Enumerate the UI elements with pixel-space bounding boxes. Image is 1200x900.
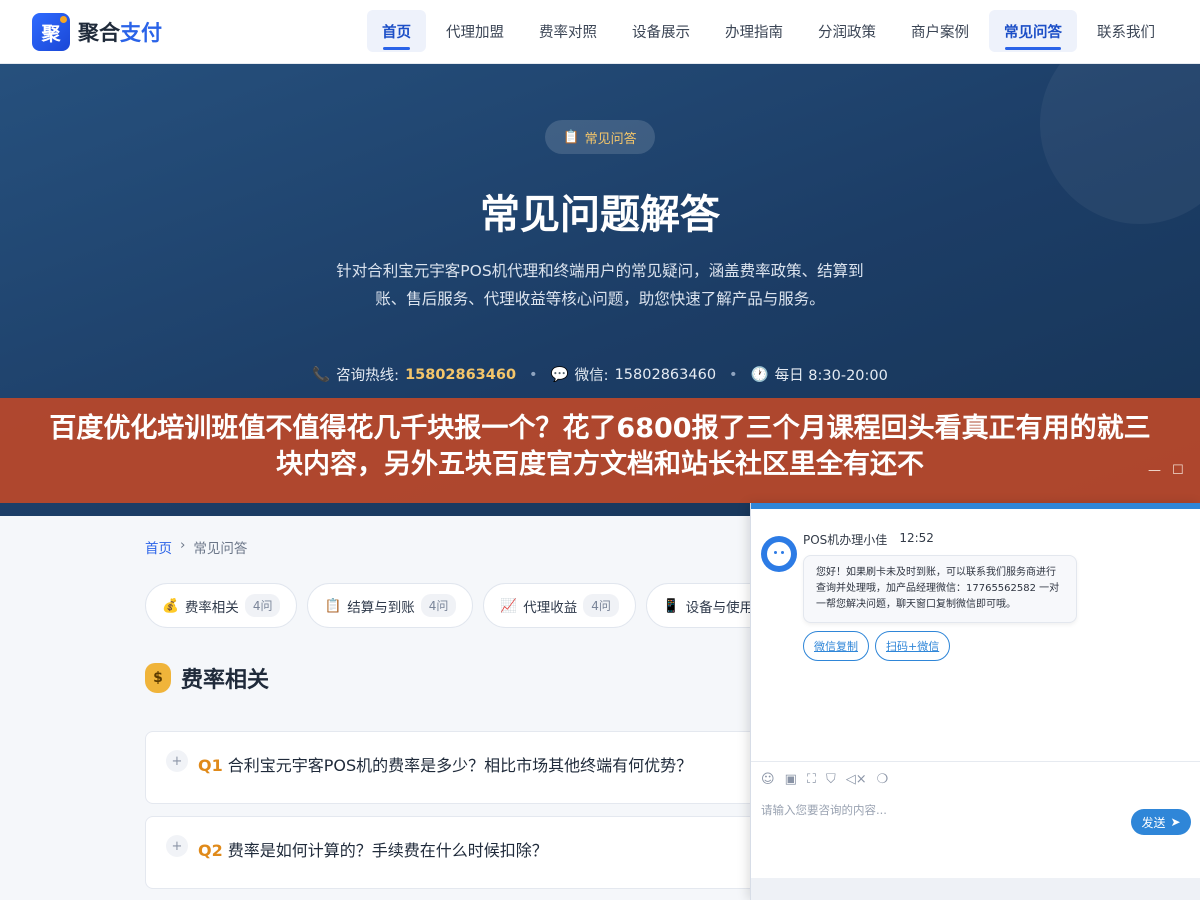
tab-label: 结算与到账: [347, 599, 415, 616]
logo-text: 聚合支付: [78, 17, 162, 47]
wechat-id: 15802863460: [614, 366, 717, 383]
clipboard-icon: 📋: [563, 129, 580, 145]
agent-name: POS机办理小佳: [803, 533, 888, 547]
nav-item-home[interactable]: 首页: [367, 10, 426, 52]
tab-count-badge: 4问: [583, 594, 619, 617]
minimize-icon[interactable]: —: [1148, 463, 1161, 478]
nav-item-guide[interactable]: 办理指南: [710, 10, 798, 52]
tab-label: 代理收益: [523, 599, 578, 616]
send-arrow-icon: ➤: [1170, 815, 1181, 829]
tab-agent-income[interactable]: 📈 代理收益 4问: [483, 583, 636, 628]
faq-question: Q1 合利宝元宇客POS机的费率是多少？相比市场其他终端有何优势？: [198, 752, 692, 776]
mute-icon[interactable]: ◁×: [846, 772, 867, 787]
breadcrumb-separator: ›: [180, 537, 186, 553]
hero-description: 针对合利宝元宇客POS机代理和终端用户的常见疑问，涵盖费率政策、结算到账、售后服…: [336, 262, 864, 308]
message-time: 12:52: [899, 531, 934, 545]
wechat-label: 微信:: [574, 368, 609, 384]
tab-count-badge: 4问: [420, 594, 457, 617]
tab-rates[interactable]: 💰 费率相关 4问: [145, 583, 298, 628]
breadcrumb-current: 常见问答: [193, 541, 248, 557]
tab-settlement[interactable]: 📋 结算与到账 4问: [307, 583, 474, 628]
nav-item-rate-compare[interactable]: 费率对照: [524, 10, 612, 52]
faq-item[interactable]: + Q2 费率是如何计算的？手续费在什么时候扣除？: [145, 816, 845, 889]
faq-number: Q2: [198, 841, 223, 860]
hero-badge-label: 常见问答: [584, 131, 637, 147]
breadcrumb-home[interactable]: 首页: [145, 537, 172, 557]
screenshot-icon[interactable]: ⛶: [807, 772, 816, 787]
hotline-number[interactable]: 15802863460: [405, 367, 516, 383]
scan-wechat-button[interactable]: 扫码+微信: [875, 631, 951, 661]
hotline-info: 📞 咨询热线: 15802863460: [312, 364, 516, 385]
chat-quick-actions: 微信复制 扫码+微信: [803, 631, 951, 661]
expand-plus-icon[interactable]: +: [166, 835, 188, 857]
nav-item-profit-policy[interactable]: 分润政策: [803, 10, 891, 52]
expand-plus-icon[interactable]: +: [166, 750, 188, 772]
overlay-ad-banner[interactable]: 百度优化培训班值不值得花几千块报一个？花了6800报了三个月课程回头看真正有用的…: [0, 398, 1200, 503]
nav-item-faq[interactable]: 常见问答: [989, 10, 1077, 52]
logo-text-accent: 支付: [120, 21, 162, 45]
top-navbar: 聚 聚合支付 首页 代理加盟 费率对照 设备展示 办理指南 分润政策 商户案例 …: [0, 0, 1200, 64]
contact-separator: •: [529, 366, 538, 383]
chat-footer: [751, 878, 1200, 900]
contact-separator: •: [729, 366, 738, 383]
faq-question-text: 合利宝元宇客POS机的费率是多少？相比市场其他终端有何优势？: [227, 756, 693, 775]
tab-label: 费率相关: [184, 599, 239, 616]
clipboard-icon: 📋: [324, 597, 342, 614]
logo-dot: [60, 16, 67, 23]
chat-message-bubble: 您好！如果刷卡未及时到账，可以联系我们服务商进行查询并处理哦，加产品经理微信：1…: [803, 555, 1077, 623]
hours-info: 🕐 每日 8:30-20:00: [751, 364, 888, 385]
send-button[interactable]: 发送 ➤: [1131, 809, 1191, 835]
chat-toolbar: ☺ ▣ ⛶ ⛉ ◁× ❍: [761, 772, 888, 787]
faq-item[interactable]: + Q1 合利宝元宇客POS机的费率是多少？相比市场其他终端有何优势？: [145, 731, 845, 804]
logo-text-main: 聚合: [78, 21, 120, 45]
copy-wechat-button[interactable]: 微信复制: [803, 631, 869, 661]
tab-label: 设备与使用: [685, 599, 754, 616]
chart-up-icon: 📈: [500, 597, 518, 614]
chat-input-field[interactable]: 请输入您要咨询的内容...: [761, 802, 887, 818]
logo-mark: 聚: [32, 13, 70, 51]
faq-number: Q1: [198, 756, 223, 775]
faq-question-text: 费率是如何计算的？手续费在什么时候扣除？: [227, 841, 548, 860]
maximize-icon[interactable]: ☐: [1172, 463, 1184, 478]
wechat-info: 💬 微信: 15802863460: [551, 364, 716, 385]
main-menu: 首页 代理加盟 费率对照 设备展示 办理指南 分润政策 商户案例 常见问答 联系…: [367, 10, 1170, 52]
business-hours: 每日 8:30-20:00: [774, 368, 888, 384]
chat-history-icon[interactable]: ❍: [877, 772, 889, 787]
hero-contact-bar: 📞 咨询热线: 15802863460 • 💬 微信: 15802863460 …: [0, 364, 1200, 385]
customer-service-chat-widget: POS机办理小佳 12:52 您好！如果刷卡未及时到账，可以联系我们服务商进行查…: [750, 503, 1200, 900]
clock-icon: 🕐: [750, 367, 769, 383]
chat-header-bar: [751, 503, 1200, 509]
nav-item-agent-join[interactable]: 代理加盟: [431, 10, 519, 52]
nav-item-cases[interactable]: 商户案例: [896, 10, 984, 52]
image-icon[interactable]: ▣: [785, 772, 797, 787]
shield-icon[interactable]: ⛉: [826, 772, 836, 787]
money-bag-icon: 💰: [162, 597, 179, 614]
agent-avatar: [761, 536, 797, 572]
chat-message-meta: POS机办理小佳 12:52: [803, 531, 934, 548]
logo-mark-char: 聚: [41, 22, 61, 45]
page-title: 常见问题解答: [480, 192, 720, 238]
hero-badge: 📋 常见问答: [545, 120, 655, 154]
emoji-icon[interactable]: ☺: [761, 772, 775, 787]
hotline-label: 咨询热线:: [336, 368, 400, 384]
section-title: 费率相关: [181, 668, 270, 693]
faq-question: Q2 费率是如何计算的？手续费在什么时候扣除？: [198, 837, 548, 861]
phone-icon: 📞: [312, 367, 331, 383]
nav-item-contact[interactable]: 联系我们: [1082, 10, 1170, 52]
nav-item-devices[interactable]: 设备展示: [617, 10, 705, 52]
faq-category-tabs: 💰 费率相关 4问 📋 结算与到账 4问 📈 代理收益 4问 📱 设备与使用 4…: [145, 583, 812, 628]
tab-count-badge: 4问: [244, 594, 281, 617]
breadcrumb: 首页 › 常见问答: [145, 537, 247, 557]
site-logo[interactable]: 聚 聚合支付: [32, 13, 162, 51]
avatar-face-icon: [767, 542, 791, 566]
mobile-phone-icon: 📱: [662, 597, 680, 614]
money-bag-icon: $: [145, 663, 171, 693]
section-heading: $ 费率相关: [145, 662, 269, 694]
chat-input-area: ☺ ▣ ⛶ ⛉ ◁× ❍ 请输入您要咨询的内容... 发送 ➤: [751, 761, 1200, 900]
send-label: 发送: [1141, 815, 1166, 830]
chat-bubble-icon: 💬: [550, 367, 569, 383]
